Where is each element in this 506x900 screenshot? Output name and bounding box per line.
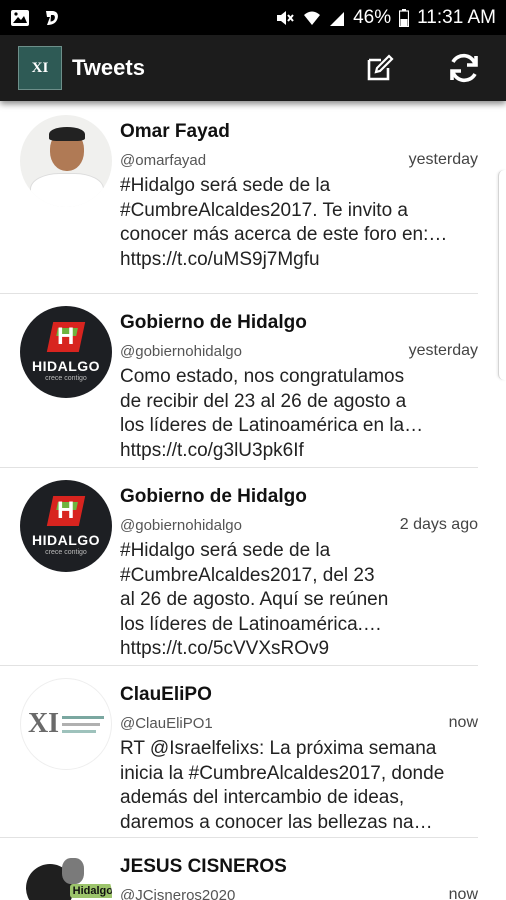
tweet-text-line: de recibir del 23 al 26 de agosto a bbox=[120, 390, 407, 412]
avatar-figure bbox=[62, 858, 84, 884]
tweet-time: yesterday bbox=[408, 151, 478, 168]
tweet-body: Gobierno de Hidalgo @gobiernohidalgo 2 d… bbox=[120, 468, 478, 665]
avatar[interactable]: H HIDALGO crece contigo bbox=[20, 306, 112, 398]
tweet-text-line: además del intercambio de ideas, bbox=[120, 787, 405, 808]
tweet-author-name[interactable]: Gobierno de Hidalgo bbox=[120, 486, 478, 508]
tweet-handle[interactable]: @omarfayad bbox=[120, 152, 206, 169]
app-logo: XI bbox=[18, 46, 62, 90]
compose-button[interactable] bbox=[350, 38, 410, 98]
tweet-text-line: #Hidalgo será sede de la bbox=[120, 175, 331, 196]
app-logo-text: XI bbox=[31, 59, 49, 76]
tweet-text-line: conocer más acerca de este foro en:… bbox=[120, 224, 448, 245]
tweet-handle[interactable]: @gobiernohidalgo bbox=[120, 343, 242, 360]
app-actions bbox=[350, 38, 506, 98]
tweet-meta: @JCisneros2020 now bbox=[120, 886, 478, 900]
tweet-text: Como estado, nos congratulamos de recibi… bbox=[120, 365, 478, 463]
tweet-text-line: los líderes de Latinoamérica.… bbox=[120, 613, 382, 635]
tweet-author-name[interactable]: ClauEliPO bbox=[120, 684, 478, 706]
page-title: Tweets bbox=[72, 55, 145, 80]
tweet-text-line: RT @Israelfelixs: La próxima semana bbox=[120, 738, 437, 759]
avatar-wrap: H HIDALGO crece contigo bbox=[0, 294, 120, 467]
hidalgo-logo-word: HIDALGO bbox=[31, 532, 101, 548]
battery-icon bbox=[399, 8, 410, 27]
status-bar: 46% 11:31 AM bbox=[0, 0, 506, 35]
hidalgo-logo-icon: H bbox=[46, 322, 86, 352]
refresh-button[interactable] bbox=[434, 38, 494, 98]
tweet-item[interactable]: Hidalgo JESUS CISNEROS @JCisneros2020 no… bbox=[0, 838, 478, 900]
tweet-author-name[interactable]: JESUS CISNEROS bbox=[120, 856, 478, 878]
tweet-text-line: #Hidalgo será sede de la bbox=[120, 540, 331, 561]
clock: 11:31 AM bbox=[417, 6, 496, 28]
tweet-time: 2 days ago bbox=[399, 516, 478, 533]
tweet-item[interactable]: H HIDALGO crece contigo Gobierno de Hida… bbox=[0, 294, 478, 468]
tweet-text-line: al 26 de agosto. Aquí se reúnen bbox=[120, 589, 389, 610]
tweet-handle[interactable]: @ClauEliPO1 bbox=[120, 715, 213, 732]
tweet-item[interactable]: XI ClauEliPO @ClauEliPO1 now RT @Israelf… bbox=[0, 666, 478, 838]
tweet-text-line: los líderes de Latinoamérica en la… bbox=[120, 415, 424, 436]
hidalgo-logo-sub: crece contigo bbox=[45, 375, 87, 382]
avatar[interactable]: H HIDALGO crece contigo bbox=[20, 480, 112, 572]
tweet-time: yesterday bbox=[408, 342, 478, 359]
tweet-author-name[interactable]: Omar Fayad bbox=[120, 121, 478, 143]
tweet-text-line: Como estado, nos congratulamos bbox=[120, 366, 405, 387]
tweet-item[interactable]: Omar Fayad @omarfayad yesterday #Hidalgo… bbox=[0, 113, 478, 294]
tweet-link[interactable]: https://t.co/g3lU3pk6If bbox=[120, 439, 472, 464]
tweet-text: #Hidalgo será sede de la #CumbreAlcaldes… bbox=[120, 539, 478, 662]
hidalgo-logo-letter: H bbox=[57, 497, 75, 524]
tweet-time: now bbox=[448, 886, 478, 900]
avatar-hair bbox=[49, 127, 85, 141]
tweet-link[interactable]: https://t.co/5cVVXsROv9 bbox=[120, 637, 472, 662]
status-left-icons bbox=[10, 8, 62, 28]
tweet-body: Omar Fayad @omarfayad yesterday #Hidalgo… bbox=[120, 113, 478, 293]
battery-percent: 46% bbox=[353, 6, 392, 28]
tweet-text: #Hidalgo será sede de la #CumbreAlcaldes… bbox=[120, 174, 478, 272]
tweet-text-line: #CumbreAlcaldes2017. Te invito a bbox=[120, 199, 408, 221]
avatar[interactable]: XI bbox=[20, 678, 112, 770]
tweet-handle[interactable]: @JCisneros2020 bbox=[120, 887, 235, 900]
tweet-meta: @ClauEliPO1 now bbox=[120, 714, 478, 732]
avatar[interactable] bbox=[20, 115, 112, 207]
tweet-link[interactable]: https://t.co/uMS9j7Mgfu bbox=[120, 248, 472, 273]
signal-icon bbox=[329, 9, 345, 27]
mute-icon bbox=[275, 9, 295, 27]
tweet-body: ClauEliPO @ClauEliPO1 now RT @Israelfeli… bbox=[120, 666, 478, 837]
tweet-text-line: #CumbreAlcaldes2017, del 23 bbox=[120, 564, 375, 586]
avatar-wrap: H HIDALGO crece contigo bbox=[0, 468, 120, 665]
tweet-author-name[interactable]: Gobierno de Hidalgo bbox=[120, 312, 478, 334]
tweet-text: RT @Israelfelixs: La próxima semana inic… bbox=[120, 737, 478, 835]
compose-icon bbox=[367, 54, 394, 81]
d-app-icon bbox=[42, 8, 62, 28]
tweet-meta: @omarfayad yesterday bbox=[120, 151, 478, 169]
hidalgo-logo-icon: H bbox=[46, 496, 86, 526]
scrollbar[interactable] bbox=[498, 170, 506, 380]
avatar-label: Hidalgo bbox=[69, 884, 112, 898]
tweet-item[interactable]: H HIDALGO crece contigo Gobierno de Hida… bbox=[0, 468, 478, 666]
hidalgo-logo-sub: crece contigo bbox=[45, 549, 87, 556]
tweet-text-line: inicia la #CumbreAlcaldes2017, donde bbox=[120, 762, 445, 784]
avatar-wrap: Hidalgo bbox=[0, 838, 120, 900]
tweet-handle[interactable]: @gobiernohidalgo bbox=[120, 517, 242, 534]
cumbre-logo-lines bbox=[62, 714, 105, 735]
tweet-text-line: daremos a conocer las bellezas na… bbox=[120, 811, 433, 833]
tweet-time: now bbox=[448, 714, 478, 731]
wifi-icon bbox=[303, 9, 321, 27]
image-icon bbox=[10, 9, 30, 27]
hidalgo-logo-letter: H bbox=[57, 323, 75, 350]
tweet-body: Gobierno de Hidalgo @gobiernohidalgo yes… bbox=[120, 294, 478, 467]
tweet-meta: @gobiernohidalgo 2 days ago bbox=[120, 516, 478, 534]
tweet-meta: @gobiernohidalgo yesterday bbox=[120, 342, 478, 360]
status-right-icons: 46% 11:31 AM bbox=[275, 7, 496, 29]
tweet-feed[interactable]: Omar Fayad @omarfayad yesterday #Hidalgo… bbox=[0, 101, 506, 900]
avatar-wrap: XI bbox=[0, 666, 120, 837]
tweet-body: JESUS CISNEROS @JCisneros2020 now bbox=[120, 838, 478, 900]
avatar-shirt bbox=[30, 173, 104, 207]
cumbre-logo-icon: XI bbox=[27, 708, 60, 739]
app-bar: XI Tweets bbox=[0, 35, 506, 101]
hidalgo-logo-word: HIDALGO bbox=[31, 358, 101, 374]
avatar-wrap bbox=[0, 113, 120, 293]
avatar[interactable]: Hidalgo bbox=[20, 850, 112, 900]
refresh-icon bbox=[450, 53, 478, 83]
